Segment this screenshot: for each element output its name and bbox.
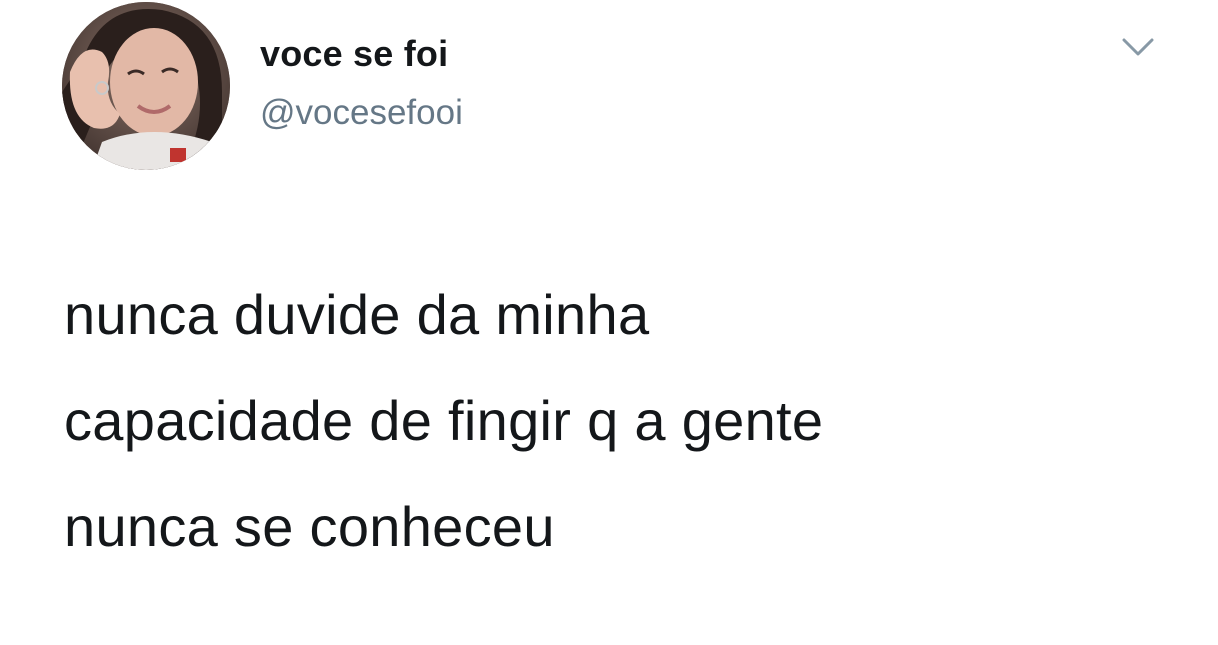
tweet-text-line: nunca se conheceu: [64, 495, 555, 558]
avatar-image: [62, 2, 230, 170]
tweet-card: voce se foi @vocesefooi nunca duvide da …: [0, 0, 1218, 645]
tweet-text-line: capacidade de fingir q a gente: [64, 389, 824, 452]
tweet-text: nunca duvide da minha capacidade de fing…: [64, 262, 1164, 580]
display-name[interactable]: voce se foi: [260, 30, 463, 78]
user-handle[interactable]: @vocesefooi: [260, 90, 463, 136]
avatar[interactable]: [62, 2, 230, 170]
user-info: voce se foi @vocesefooi: [260, 30, 463, 136]
tweet-text-line: nunca duvide da minha: [64, 283, 650, 346]
chevron-down-icon[interactable]: [1112, 30, 1164, 70]
